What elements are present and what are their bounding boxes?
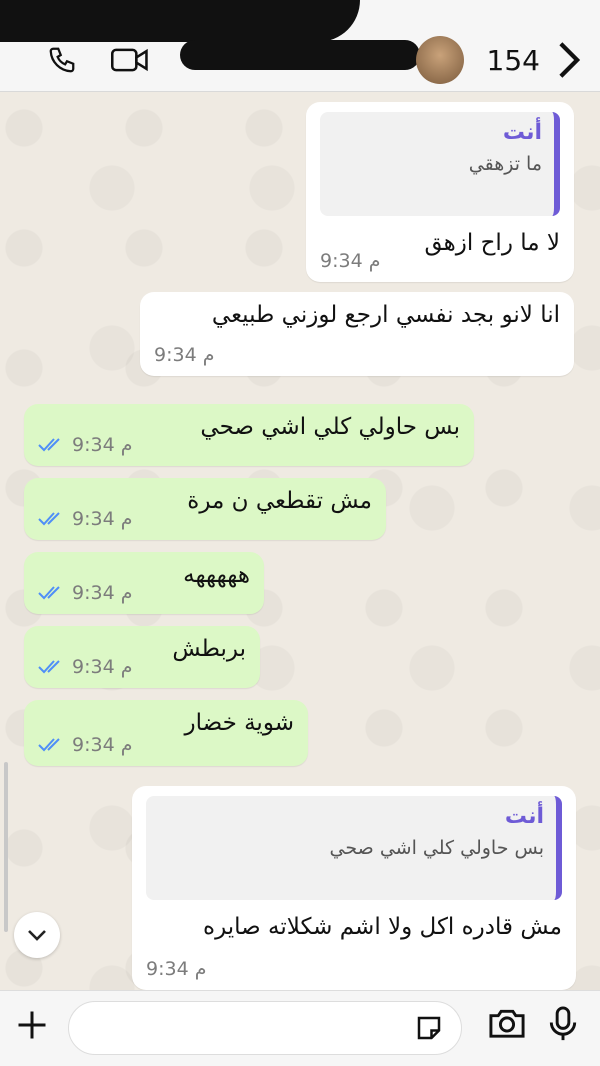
message-meta: 9:34 م (38, 734, 132, 756)
read-ticks-icon (38, 512, 60, 526)
message-text: انا لانو بجد نفسي ارجع لوزني طبيعي (211, 302, 560, 328)
camera-icon[interactable] (488, 1005, 526, 1045)
message-time: 9:34 م (72, 582, 133, 604)
message-incoming[interactable]: أنت بس حاولي كلي اشي صحي مش قادره اكل ول… (132, 786, 576, 990)
redacted-chat-name (180, 40, 420, 70)
quoted-message[interactable]: أنت بس حاولي كلي اشي صحي (146, 796, 562, 900)
message-time: 9:34 م (154, 344, 215, 366)
quote-author: أنت (502, 120, 542, 145)
message-time: 9:34 م (320, 250, 381, 272)
chevron-right-icon[interactable] (556, 40, 582, 84)
message-text: مش قادره اكل ولا اشم شكلاته صايره (203, 914, 562, 940)
message-text: بس حاولي كلي اشي صحي (200, 414, 460, 440)
scroll-to-bottom-button[interactable] (14, 912, 60, 958)
message-meta: 9:34 م (320, 250, 380, 272)
mic-icon[interactable] (548, 1005, 578, 1047)
quote-text: ما تزهقي (468, 153, 542, 175)
message-time: 9:34 م (72, 656, 133, 678)
message-incoming[interactable]: أنت ما تزهقي لا ما راح ازهق 9:34 م (306, 102, 574, 282)
message-text: شوية خضار (184, 710, 294, 736)
message-time: 9:34 م (72, 434, 133, 456)
message-meta: 9:34 م (154, 344, 214, 366)
read-ticks-icon (38, 438, 60, 452)
message-incoming[interactable]: انا لانو بجد نفسي ارجع لوزني طبيعي 9:34 … (140, 292, 574, 376)
chat-area[interactable]: أنت ما تزهقي لا ما راح ازهق 9:34 م انا ل… (0, 92, 600, 990)
quoted-message[interactable]: أنت ما تزهقي (320, 112, 560, 216)
chat-header: 154 (0, 0, 600, 92)
message-outgoing[interactable]: مش تقطعي ن مرة 9:34 م (24, 478, 386, 540)
message-outgoing[interactable]: هههههه 9:34 م (24, 552, 264, 614)
quote-author: أنت (504, 804, 544, 829)
message-outgoing[interactable]: شوية خضار 9:34 م (24, 700, 308, 766)
message-outgoing[interactable]: بس حاولي كلي اشي صحي 9:34 م (24, 404, 474, 466)
scrollbar[interactable] (4, 762, 8, 932)
quote-text: بس حاولي كلي اشي صحي (329, 837, 544, 859)
message-meta: 9:34 م (38, 434, 132, 456)
message-meta: 9:34 م (38, 656, 132, 678)
message-time: 9:34 م (72, 508, 133, 530)
message-meta: 9:34 م (146, 958, 206, 980)
message-outgoing[interactable]: بربطش 9:34 م (24, 626, 260, 688)
participant-count: 154 (486, 44, 540, 77)
message-meta: 9:34 م (38, 508, 132, 530)
redacted-status-bar (0, 0, 360, 42)
phone-icon[interactable] (42, 40, 82, 80)
video-icon[interactable] (110, 40, 150, 80)
avatar[interactable] (416, 36, 464, 84)
plus-icon[interactable] (14, 1007, 50, 1047)
composer-bar (0, 990, 600, 1066)
message-time: 9:34 م (146, 958, 207, 980)
read-ticks-icon (38, 738, 60, 752)
read-ticks-icon (38, 586, 60, 600)
chevron-down-icon (28, 930, 46, 941)
message-meta: 9:34 م (38, 582, 132, 604)
read-ticks-icon (38, 660, 60, 674)
message-time: 9:34 م (72, 734, 133, 756)
sticker-icon[interactable] (414, 1013, 444, 1047)
message-input[interactable] (68, 1001, 462, 1055)
